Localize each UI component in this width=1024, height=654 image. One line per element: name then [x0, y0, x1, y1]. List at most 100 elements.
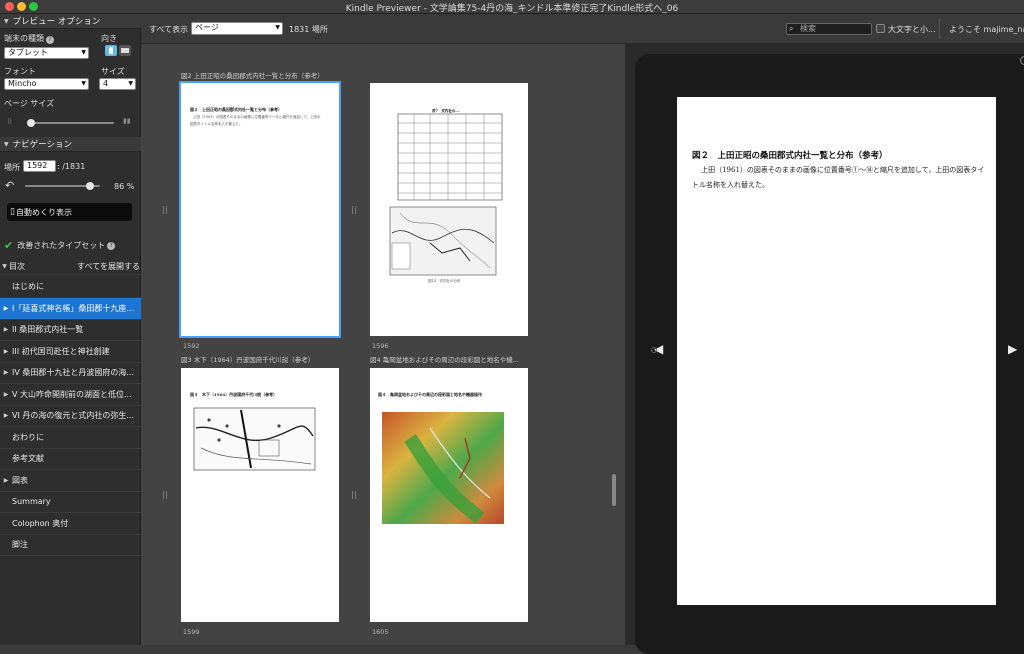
toc-item[interactable]: おわりに: [0, 427, 141, 449]
view-mode-select[interactable]: ページ ▼: [191, 22, 283, 35]
location-value: 1592: [27, 161, 48, 170]
expand-all-button[interactable]: すべてを展開する: [77, 261, 140, 272]
toc-item-label: 図表: [12, 475, 28, 485]
toc-header[interactable]: ▼ 目次 すべてを展開する: [0, 258, 141, 275]
toc-item-label: はじめに: [12, 282, 44, 291]
thumb-caption: 図4 亀岡盆地およびその周辺の段彩図と地名や機...: [370, 356, 519, 364]
page-number: 1596: [372, 342, 389, 350]
column-resize-handle[interactable]: [163, 491, 167, 499]
toc-item[interactable]: ▶ I「延喜式神名帳」桑田郡十九座...: [0, 297, 141, 320]
large-page-icon: ▮▮: [123, 117, 131, 125]
map-figure: [193, 407, 316, 471]
toc-item-label: Summary: [12, 497, 51, 506]
help-icon[interactable]: ?: [107, 241, 116, 250]
search-input[interactable]: ⌕ 検索: [786, 23, 872, 35]
device-type-select[interactable]: タブレット ▼: [4, 47, 89, 59]
toc-item[interactable]: ▶ II 桑田郡式内社一覧: [0, 319, 141, 341]
device-type-value: タブレット: [8, 48, 48, 57]
portrait-orientation-button[interactable]: [105, 45, 117, 56]
column-resize-handle[interactable]: [163, 206, 167, 214]
case-sensitive-checkbox[interactable]: [876, 24, 885, 33]
back-arrow-icon[interactable]: ↶: [5, 179, 14, 192]
navigation-header[interactable]: ▼ ナビゲーション: [0, 137, 141, 152]
landscape-orientation-button[interactable]: [119, 45, 131, 56]
thumb-caption: 図3 木下（1964）丹波国府千代川説（参考）: [181, 356, 315, 364]
size-select[interactable]: 4 ▼: [99, 78, 136, 90]
toc-item-label: I「延喜式神名帳」桑田郡十九座...: [12, 303, 134, 313]
sidebar: ▼ プレビュー オプション 端末の種類? 向き タブレット ▼ フォント サイズ…: [0, 14, 141, 645]
toc-item-label: おわりに: [12, 432, 44, 442]
disclosure-triangle-icon: ▶: [3, 326, 9, 333]
page-indicator-dot: [651, 347, 657, 353]
toc-item[interactable]: ▶ IV 桑田郡十九社と丹波國府の海...: [0, 362, 141, 384]
page-thumbnail-1592[interactable]: 図２ 上田正昭の桑田郡式内社一覧と分布（参考） 上田（1961）の図表そのままの…: [179, 81, 341, 338]
column-resize-handle[interactable]: [352, 491, 356, 499]
toc-title: 目次: [9, 261, 25, 271]
disclosure-triangle-icon: ▼: [4, 140, 9, 148]
device-type-text: 端末の種類: [4, 34, 44, 43]
page-number: 1605: [372, 628, 389, 636]
search-placeholder: 検索: [800, 24, 816, 33]
toc-item[interactable]: 脚注: [0, 534, 141, 556]
thumb-text: 図表タイトル名称を入れ替えた。: [190, 122, 243, 126]
reader-screen[interactable]: 図２ 上田正昭の桑田郡式内社一覧と分布（参考） 上田（1961）の図表そのままの…: [677, 97, 996, 605]
toc-item[interactable]: ▶ VI 丹の海の復元と式内社の弥生...: [0, 405, 141, 427]
portrait-icon: [109, 47, 113, 54]
landscape-icon: [121, 48, 129, 53]
welcome-user[interactable]: ようこそ majime_na_: [949, 24, 1024, 35]
reader-figure-title: 図２ 上田正昭の桑田郡式内社一覧と分布（参考）: [692, 151, 888, 161]
toolbar-divider: [939, 19, 940, 39]
phone-icon: ▯: [10, 207, 15, 217]
location-total: : /1831: [57, 162, 86, 171]
toc-item-label: 参考文献: [12, 454, 44, 463]
toc-item[interactable]: Summary: [0, 491, 141, 513]
preview-options-header[interactable]: ▼ プレビュー オプション: [0, 14, 141, 29]
font-select[interactable]: Mincho ▼: [4, 78, 89, 90]
page-thumbnail-1599[interactable]: 図３ 木下（1964）丹波国府千代川説（参考）: [181, 368, 339, 622]
size-label: サイズ: [101, 67, 125, 76]
auto-flip-button[interactable]: ▯ 自動めくり表示: [7, 203, 132, 221]
page-size-slider[interactable]: [27, 122, 114, 124]
toc-item[interactable]: はじめに: [0, 276, 141, 298]
device-type-label: 端末の種類?: [4, 33, 54, 44]
disclosure-triangle-icon: ▼: [2, 262, 7, 270]
toc-item[interactable]: ▶ 図表: [0, 470, 141, 492]
toc-item[interactable]: ▶ III 初代国司赴任と神社創建: [0, 341, 141, 363]
toc-item-label: III 初代国司赴任と神社創建: [12, 346, 110, 356]
thumb-caption: 図2 上田正昭の桑田郡式内社一覧と分布（参考）: [181, 72, 324, 80]
disclosure-triangle-icon: ▶: [3, 476, 9, 484]
elevation-map-figure: [382, 412, 504, 524]
help-icon[interactable]: ?: [46, 36, 54, 44]
window-titlebar: Kindle Previewer - 文学論集75-4丹の海_キンドル本準修正完…: [0, 0, 1024, 14]
navigation-title: ナビゲーション: [12, 140, 72, 150]
column-resize-handle[interactable]: [352, 206, 356, 214]
page-thumbnail-1596[interactable]: 表7 式内社の... 図14 式内社の分布: [370, 83, 528, 336]
disclosure-triangle-icon: ▼: [4, 17, 9, 25]
typeset-row: ✔ 改善されたタイプセット ?: [4, 239, 116, 252]
disclosure-triangle-icon: ▶: [3, 347, 9, 355]
checkmark-icon: ✔: [4, 239, 14, 252]
page-number: 1599: [183, 628, 200, 636]
toc-item[interactable]: 参考文献: [0, 448, 141, 470]
toc-item[interactable]: ▶ V 大山咋命開削前の湖面と低位...: [0, 384, 141, 406]
gallery-scrollbar[interactable]: [612, 474, 616, 506]
auto-flip-label: 自動めくり表示: [15, 207, 72, 217]
toc-item[interactable]: Colophon 奥付: [0, 513, 141, 535]
typeset-label: 改善されたタイプセット: [17, 241, 106, 250]
next-page-arrow-icon[interactable]: ▶: [1008, 342, 1017, 356]
progress-slider-knob[interactable]: [85, 182, 94, 190]
progress-percent: 86 %: [114, 182, 135, 191]
toc-item-label: IV 桑田郡十九社と丹波國府の海...: [12, 368, 135, 377]
page-size-slider-knob[interactable]: [27, 119, 35, 127]
toc-item-label: II 桑田郡式内社一覧: [12, 325, 84, 334]
thumb-title: 図２ 上田正昭の桑田郡式内社一覧と分布（参考）: [190, 107, 282, 112]
location-count: 1831 場所: [289, 25, 328, 34]
page-thumbnail-1605[interactable]: 図４ 亀岡盆地およびその周辺の段彩図と地名や機器操作: [370, 368, 528, 622]
font-label: フォント: [4, 67, 36, 76]
disclosure-triangle-icon: ▶: [3, 369, 9, 376]
window-title: Kindle Previewer - 文学論集75-4丹の海_キンドル本準修正完…: [345, 4, 679, 14]
font-value: Mincho: [8, 79, 37, 88]
location-label: 場所: [4, 163, 20, 172]
location-input[interactable]: 1592: [23, 160, 56, 172]
reader-body-text: 上田（1961）の図表そのままの画像に位置番号①〜⑭と縮尺を追加して，上田の図表…: [692, 166, 985, 189]
